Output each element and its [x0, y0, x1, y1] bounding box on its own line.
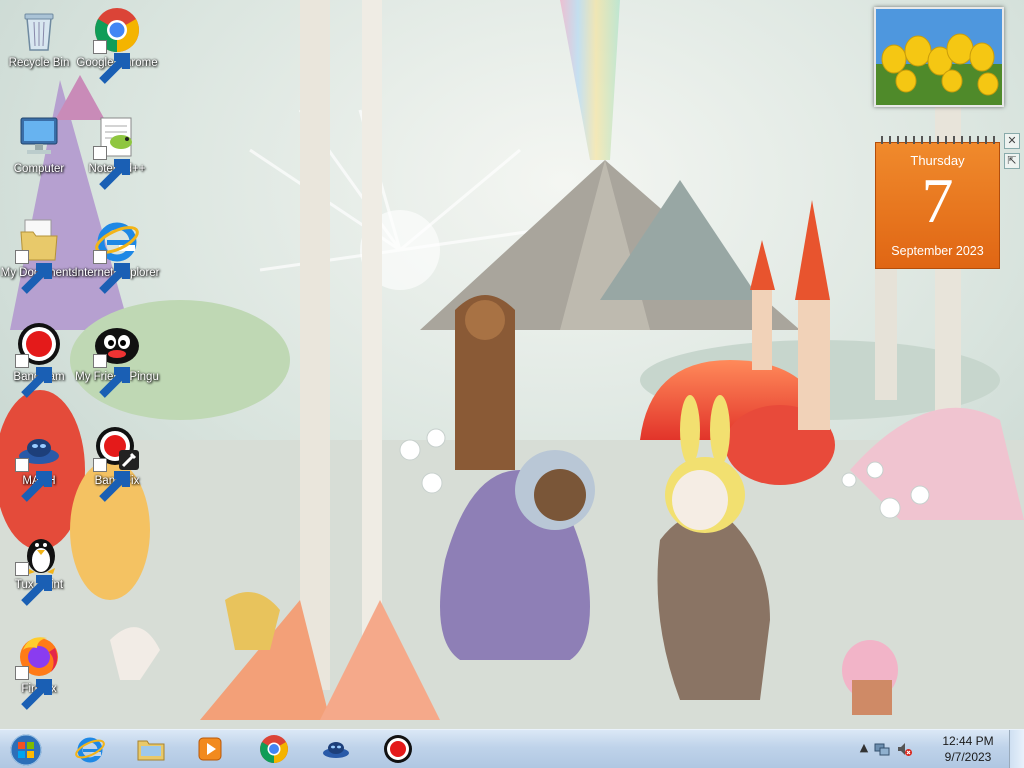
tulip-photo [876, 9, 1002, 105]
tux-paint-desktop-icon[interactable]: Tux Paint [0, 528, 82, 624]
gadget-expand-button[interactable]: ⇱ [1004, 153, 1020, 169]
shortcut-arrow-icon [93, 458, 130, 502]
volume-muted-icon[interactable] [896, 741, 912, 757]
shortcut-arrow-icon [15, 354, 52, 398]
internet-explorer-icon [75, 737, 105, 763]
notepad-plus-plus-desktop-icon[interactable]: Notepad++ [74, 112, 160, 208]
notepad-plus-plus-icon [93, 112, 141, 190]
bandicam-desktop-icon[interactable]: Bandicam [0, 320, 82, 416]
shortcut-arrow-icon [93, 354, 130, 398]
bandicam-icon [15, 320, 63, 398]
calendar-gadget[interactable]: Thursday 7 September 2023 [875, 136, 1000, 269]
computer-desktop-icon[interactable]: Computer [0, 112, 82, 208]
folder-icon [15, 216, 63, 294]
windows-start-orb-icon [10, 734, 42, 765]
taskbar-mash[interactable] [310, 732, 362, 766]
taskbar-bandicam[interactable] [372, 732, 424, 766]
taskbar-clock[interactable]: 12:44 PM 9/7/2023 [938, 733, 998, 765]
media-player-icon [198, 737, 222, 761]
internet-explorer-icon [93, 216, 141, 294]
firefox-icon [15, 632, 63, 710]
shortcut-arrow-icon [15, 250, 52, 294]
calendar-month-year: September 2023 [891, 244, 984, 258]
my-documents-desktop-icon[interactable]: My Documents [0, 216, 82, 312]
my-friend-pingu-desktop-icon[interactable]: My Friend Pingu [74, 320, 160, 416]
clock-time: 12:44 PM [942, 734, 994, 748]
taskbar-google-chrome[interactable] [248, 732, 300, 766]
bandifix-icon [93, 424, 141, 502]
google-chrome-desktop-icon[interactable]: Google Chrome [74, 6, 160, 102]
desktop-icon-label: Recycle Bin [8, 57, 70, 69]
shortcut-arrow-icon [93, 40, 130, 84]
recycle-bin-desktop-icon[interactable]: Recycle Bin [0, 6, 82, 102]
calendar-page: Thursday 7 September 2023 [875, 142, 1000, 269]
chrome-icon [93, 6, 141, 84]
taskbar-internet-explorer[interactable] [64, 732, 116, 766]
shortcut-arrow-icon [15, 458, 52, 502]
desktop-icon-label: Computer [13, 163, 65, 175]
mash-icon [15, 424, 63, 502]
calendar-binding-rings [881, 136, 995, 144]
gadget-close-button[interactable]: ✕ [1004, 133, 1020, 149]
system-tray: ▲ 12:44 PM 9/7/2023 [854, 730, 1024, 768]
recycle-bin-icon [15, 6, 63, 54]
slideshow-gadget[interactable] [874, 7, 1004, 107]
show-hidden-icons-arrow[interactable]: ▲ [856, 741, 872, 757]
bandicam-icon [384, 735, 412, 763]
shortcut-arrow-icon [93, 250, 130, 294]
mash-desktop-icon[interactable]: MASH [0, 424, 82, 520]
clock-date: 9/7/2023 [944, 750, 992, 764]
network-icon[interactable] [874, 741, 890, 757]
tux-paint-icon [15, 528, 63, 606]
firefox-desktop-icon[interactable]: Firefox [0, 632, 82, 728]
shortcut-arrow-icon [15, 666, 52, 710]
taskbar-windows-explorer[interactable] [125, 732, 177, 766]
start-button[interactable] [4, 731, 48, 768]
shortcut-arrow-icon [15, 562, 52, 606]
computer-icon [15, 112, 63, 160]
chrome-icon [260, 735, 288, 763]
show-desktop-button[interactable] [1009, 730, 1024, 768]
taskbar-windows-media-player[interactable] [184, 732, 236, 766]
mash-icon [323, 742, 349, 758]
internet-explorer-desktop-icon[interactable]: Internet Explorer [74, 216, 160, 312]
bandifix-desktop-icon[interactable]: BandiFix [74, 424, 160, 520]
taskbar: ▲ 12:44 PM 9/7/2023 [0, 729, 1024, 768]
folder-icon [137, 740, 165, 761]
calendar-day-number: 7 [921, 165, 954, 236]
shortcut-arrow-icon [93, 146, 130, 190]
pingu-icon [93, 320, 141, 398]
